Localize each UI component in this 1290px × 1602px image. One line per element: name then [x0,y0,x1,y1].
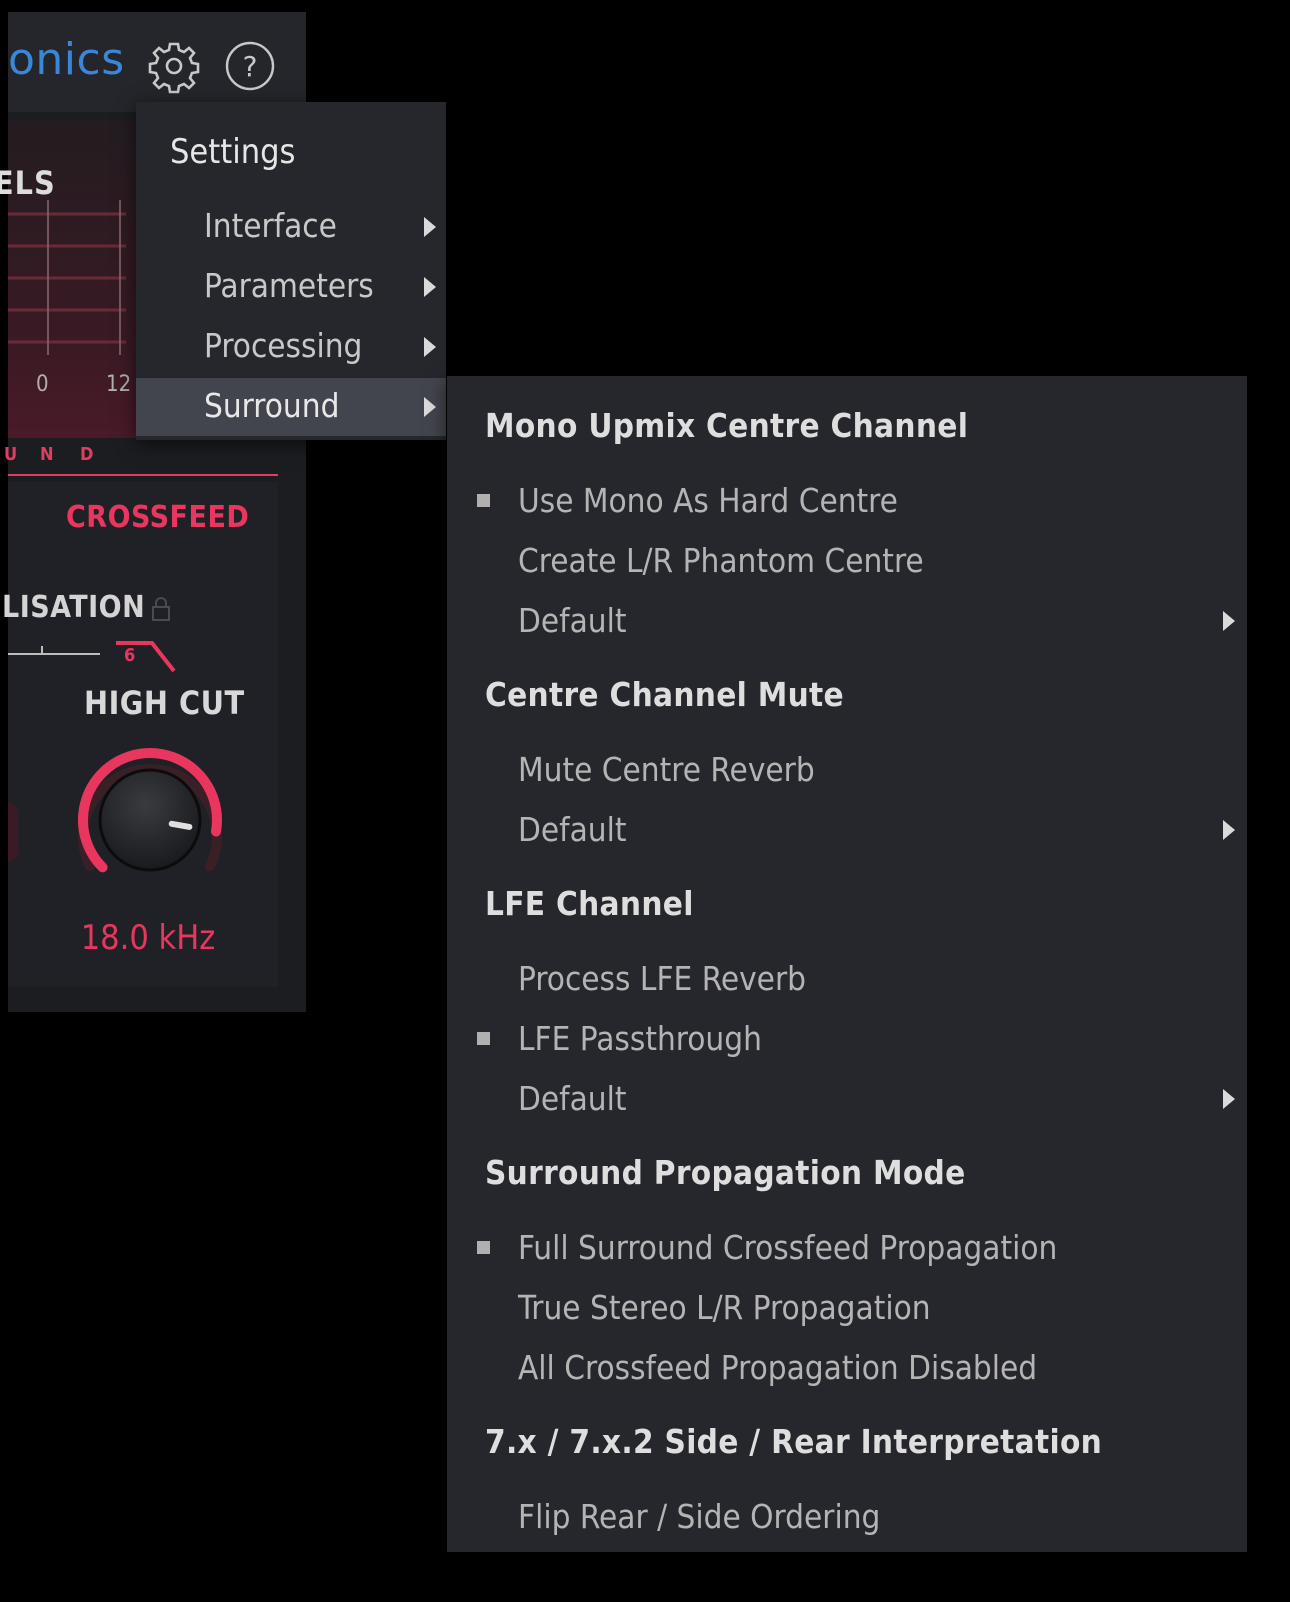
option-propagation-disabled[interactable]: All Crossfeed Propagation Disabled [447,1342,1247,1398]
levels-grid [8,200,126,355]
surround-strip: U N D [4,444,278,476]
high-cut-value[interactable]: 18.0 kHz [8,918,288,958]
submenu-arrow-icon [1223,820,1235,840]
option-flip-rear-side[interactable]: Flip Rear / Side Ordering [447,1491,1247,1547]
strip-letter: U [4,444,18,465]
crossfeed-label[interactable]: CROSSFEED [66,500,249,535]
levels-panel: ELS 0 12 [0,120,136,438]
menu-item-label: Parameters [204,266,374,305]
section-heading-mono-upmix: Mono Upmix Centre Channel [485,406,969,445]
section-heading-propagation: Surround Propagation Mode [485,1153,966,1192]
submenu-arrow-icon [1223,1089,1235,1109]
menu-item-parameters[interactable]: Parameters [136,258,446,316]
option-use-mono-as-hard-centre[interactable]: Use Mono As Hard Centre [447,475,1247,531]
levels-tick: 0 [36,372,49,397]
option-label: Create L/R Phantom Centre [518,541,924,580]
checkmark-icon [477,1241,490,1254]
section-heading-side-rear: 7.x / 7.x.2 Side / Rear Interpretation [485,1422,1103,1461]
option-label: Use Mono As Hard Centre [518,481,898,520]
checkmark-icon [477,494,490,507]
gear-icon[interactable] [146,38,202,94]
menu-item-label: Interface [204,206,337,245]
high-cut-knob[interactable] [66,744,236,894]
option-true-stereo-propagation[interactable]: True Stereo L/R Propagation [447,1282,1247,1338]
option-label: LFE Passthrough [518,1019,762,1058]
option-create-phantom-centre[interactable]: Create L/R Phantom Centre [447,535,1247,591]
checkmark-icon [477,1032,490,1045]
option-label: Mute Centre Reverb [518,750,815,789]
high-cut-filter-icon[interactable] [112,637,182,677]
svg-text:?: ? [243,50,258,83]
option-label: Flip Rear / Side Ordering [518,1497,881,1536]
option-mute-centre-reverb[interactable]: Mute Centre Reverb [447,744,1247,800]
submenu-arrow-icon [424,397,436,417]
eq-line [8,646,100,655]
brand-logo: onics [8,34,125,85]
menu-item-interface[interactable]: Interface [136,198,446,256]
lock-icon[interactable] [150,596,172,622]
neighbor-knob-edge [8,802,18,862]
option-label: Default [518,810,627,849]
option-centre-mute-default[interactable]: Default [447,804,1247,860]
option-label: Full Surround Crossfeed Propagation [518,1228,1058,1267]
option-lfe-default[interactable]: Default [447,1073,1247,1129]
submenu-arrow-icon [1223,611,1235,631]
option-label: Process LFE Reverb [518,959,807,998]
section-heading-centre-mute: Centre Channel Mute [485,675,844,714]
submenu-arrow-icon [424,217,436,237]
settings-menu-title: Settings [170,132,296,172]
knob-pointer [168,820,193,830]
settings-menu: Settings Interface Parameters Processing… [136,102,446,440]
option-label: Default [518,601,627,640]
levels-title: ELS [0,164,56,202]
option-mono-upmix-default[interactable]: Default [447,595,1247,651]
surround-submenu: Mono Upmix Centre Channel Use Mono As Ha… [447,376,1247,1552]
option-label: True Stereo L/R Propagation [518,1288,931,1327]
option-label: All Crossfeed Propagation Disabled [518,1348,1038,1387]
submenu-arrow-icon [424,337,436,357]
option-full-surround-crossfeed[interactable]: Full Surround Crossfeed Propagation [447,1222,1247,1278]
submenu-arrow-icon [424,277,436,297]
menu-item-label: Processing [204,326,363,365]
help-circle-icon[interactable]: ? [222,38,278,94]
menu-item-surround[interactable]: Surround [136,378,446,436]
strip-letter: D [80,444,94,465]
strip-letter: N [40,444,54,465]
levels-tick: 12 [106,372,132,397]
menu-item-label: Surround [204,386,340,425]
plugin-header: onics ? [8,12,306,112]
option-lfe-passthrough[interactable]: LFE Passthrough [447,1013,1247,1069]
crossfeed-panel: CROSSFEED LISATION 6 HIGH CUT 18.0 kHz [2,482,278,987]
filter-order: 6 [124,645,136,666]
equalisation-label: LISATION [2,590,146,625]
menu-item-processing[interactable]: Processing [136,318,446,376]
option-process-lfe-reverb[interactable]: Process LFE Reverb [447,953,1247,1009]
section-heading-lfe: LFE Channel [485,884,694,923]
option-label: Default [518,1079,627,1118]
high-cut-label: HIGH CUT [84,684,245,722]
